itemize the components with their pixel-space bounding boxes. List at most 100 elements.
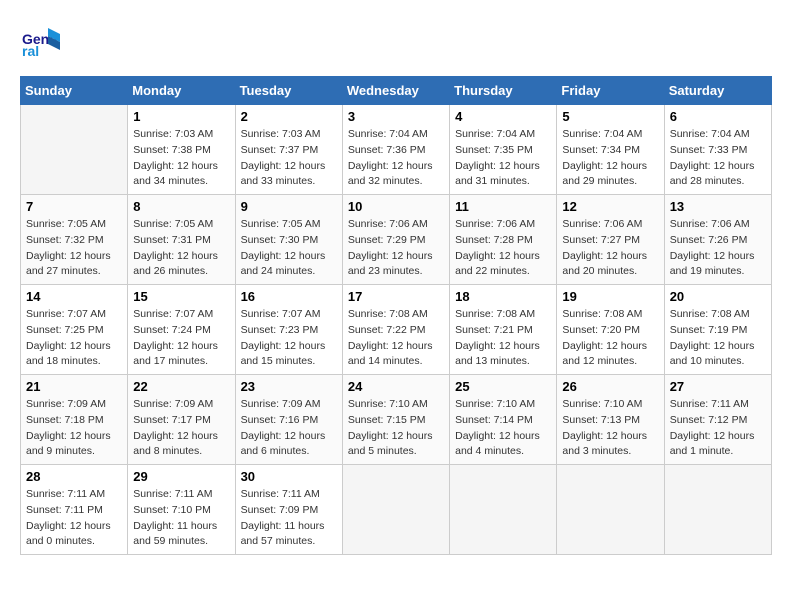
calendar-cell: 7 Sunrise: 7:05 AM Sunset: 7:32 PM Daylig…	[21, 195, 128, 285]
cell-info: Sunrise: 7:08 AM Sunset: 7:19 PM Dayligh…	[670, 307, 766, 370]
calendar-cell: 15Sunrise: 7:07 AM Sunset: 7:24 PM Dayli…	[128, 285, 235, 375]
calendar-cell	[664, 465, 771, 555]
calendar-cell: 10 Sunrise: 7:06 AM Sunset: 7:29 PM Dayli…	[342, 195, 449, 285]
svg-text:ral: ral	[22, 43, 39, 59]
calendar-week-2: 7 Sunrise: 7:05 AM Sunset: 7:32 PM Daylig…	[21, 195, 772, 285]
cell-info: Sunrise: 7:08 AM Sunset: 7:21 PM Dayligh…	[455, 307, 551, 370]
header-wednesday: Wednesday	[342, 77, 449, 105]
calendar-cell: 23 Sunrise: 7:09 AM Sunset: 7:16 PM Dayli…	[235, 375, 342, 465]
calendar-week-1: 1 Sunrise: 7:03 AM Sunset: 7:38 PM Daylig…	[21, 105, 772, 195]
logo: Gene ral	[20, 20, 64, 60]
cell-info: Sunrise: 7:09 AM Sunset: 7:17 PM Dayligh…	[133, 397, 229, 460]
calendar-cell: 26 Sunrise: 7:10 AM Sunset: 7:13 PM Dayli…	[557, 375, 664, 465]
calendar-cell: 28 Sunrise: 7:11 AM Sunset: 7:11 PM Dayli…	[21, 465, 128, 555]
day-number: 6	[670, 109, 766, 124]
calendar-cell: 1 Sunrise: 7:03 AM Sunset: 7:38 PM Daylig…	[128, 105, 235, 195]
cell-info: Sunrise: 7:06 AM Sunset: 7:26 PM Dayligh…	[670, 217, 766, 280]
calendar-week-5: 28 Sunrise: 7:11 AM Sunset: 7:11 PM Dayli…	[21, 465, 772, 555]
cell-info: Sunrise: 7:08 AM Sunset: 7:20 PM Dayligh…	[562, 307, 658, 370]
day-number: 18	[455, 289, 551, 304]
calendar-cell: 22 Sunrise: 7:09 AM Sunset: 7:17 PM Dayli…	[128, 375, 235, 465]
cell-info: Sunrise: 7:06 AM Sunset: 7:29 PM Dayligh…	[348, 217, 444, 280]
cell-info: Sunrise: 7:07 AM Sunset: 7:25 PM Dayligh…	[26, 307, 122, 370]
day-number: 12	[562, 199, 658, 214]
calendar-cell: 18 Sunrise: 7:08 AM Sunset: 7:21 PM Dayli…	[450, 285, 557, 375]
day-number: 25	[455, 379, 551, 394]
day-number: 17	[348, 289, 444, 304]
header-sunday: Sunday	[21, 77, 128, 105]
cell-info: Sunrise: 7:09 AM Sunset: 7:18 PM Dayligh…	[26, 397, 122, 460]
day-number: 2	[241, 109, 337, 124]
day-number: 28	[26, 469, 122, 484]
day-number: 10	[348, 199, 444, 214]
calendar-cell: 19 Sunrise: 7:08 AM Sunset: 7:20 PM Dayli…	[557, 285, 664, 375]
cell-info: Sunrise: 7:11 AM Sunset: 7:11 PM Dayligh…	[26, 487, 122, 550]
cell-info: Sunrise: 7:11 AM Sunset: 7:10 PM Dayligh…	[133, 487, 229, 550]
day-number: 13	[670, 199, 766, 214]
header-saturday: Saturday	[664, 77, 771, 105]
calendar-cell: 3 Sunrise: 7:04 AM Sunset: 7:36 PM Daylig…	[342, 105, 449, 195]
calendar-cell: 2 Sunrise: 7:03 AM Sunset: 7:37 PM Daylig…	[235, 105, 342, 195]
calendar-cell	[450, 465, 557, 555]
day-number: 8	[133, 199, 229, 214]
day-number: 5	[562, 109, 658, 124]
day-number: 22	[133, 379, 229, 394]
cell-info: Sunrise: 7:05 AM Sunset: 7:30 PM Dayligh…	[241, 217, 337, 280]
day-number: 29	[133, 469, 229, 484]
day-number: 21	[26, 379, 122, 394]
calendar-table: SundayMondayTuesdayWednesdayThursdayFrid…	[20, 76, 772, 555]
cell-info: Sunrise: 7:09 AM Sunset: 7:16 PM Dayligh…	[241, 397, 337, 460]
page-header: Gene ral	[20, 20, 772, 60]
cell-info: Sunrise: 7:05 AM Sunset: 7:32 PM Dayligh…	[26, 217, 122, 280]
cell-info: Sunrise: 7:04 AM Sunset: 7:36 PM Dayligh…	[348, 127, 444, 190]
cell-info: Sunrise: 7:07 AM Sunset: 7:23 PM Dayligh…	[241, 307, 337, 370]
calendar-cell: 13 Sunrise: 7:06 AM Sunset: 7:26 PM Dayli…	[664, 195, 771, 285]
header-tuesday: Tuesday	[235, 77, 342, 105]
calendar-week-3: 14 Sunrise: 7:07 AM Sunset: 7:25 PM Dayli…	[21, 285, 772, 375]
calendar-cell: 20 Sunrise: 7:08 AM Sunset: 7:19 PM Dayli…	[664, 285, 771, 375]
cell-info: Sunrise: 7:08 AM Sunset: 7:22 PM Dayligh…	[348, 307, 444, 370]
day-number: 30	[241, 469, 337, 484]
calendar-cell	[342, 465, 449, 555]
day-number: 26	[562, 379, 658, 394]
header-monday: Monday	[128, 77, 235, 105]
day-number: 1	[133, 109, 229, 124]
header-friday: Friday	[557, 77, 664, 105]
logo-icon: Gene ral	[20, 20, 60, 60]
cell-info: Sunrise: 7:03 AM Sunset: 7:37 PM Dayligh…	[241, 127, 337, 190]
calendar-cell	[557, 465, 664, 555]
cell-info: Sunrise: 7:03 AM Sunset: 7:38 PM Dayligh…	[133, 127, 229, 190]
calendar-cell: 30Sunrise: 7:11 AM Sunset: 7:09 PM Dayli…	[235, 465, 342, 555]
day-number: 16	[241, 289, 337, 304]
header-thursday: Thursday	[450, 77, 557, 105]
calendar-cell: 5 Sunrise: 7:04 AM Sunset: 7:34 PM Daylig…	[557, 105, 664, 195]
cell-info: Sunrise: 7:10 AM Sunset: 7:14 PM Dayligh…	[455, 397, 551, 460]
calendar-cell: 14 Sunrise: 7:07 AM Sunset: 7:25 PM Dayli…	[21, 285, 128, 375]
day-number: 9	[241, 199, 337, 214]
day-number: 3	[348, 109, 444, 124]
day-number: 14	[26, 289, 122, 304]
day-number: 19	[562, 289, 658, 304]
day-number: 23	[241, 379, 337, 394]
calendar-cell: 12 Sunrise: 7:06 AM Sunset: 7:27 PM Dayli…	[557, 195, 664, 285]
calendar-cell: 4 Sunrise: 7:04 AM Sunset: 7:35 PM Daylig…	[450, 105, 557, 195]
cell-info: Sunrise: 7:10 AM Sunset: 7:15 PM Dayligh…	[348, 397, 444, 460]
cell-info: Sunrise: 7:04 AM Sunset: 7:35 PM Dayligh…	[455, 127, 551, 190]
cell-info: Sunrise: 7:06 AM Sunset: 7:27 PM Dayligh…	[562, 217, 658, 280]
calendar-cell: 17 Sunrise: 7:08 AM Sunset: 7:22 PM Dayli…	[342, 285, 449, 375]
cell-info: Sunrise: 7:11 AM Sunset: 7:12 PM Dayligh…	[670, 397, 766, 460]
calendar-cell: 21 Sunrise: 7:09 AM Sunset: 7:18 PM Dayli…	[21, 375, 128, 465]
cell-info: Sunrise: 7:04 AM Sunset: 7:34 PM Dayligh…	[562, 127, 658, 190]
calendar-cell	[21, 105, 128, 195]
day-number: 7	[26, 199, 122, 214]
cell-info: Sunrise: 7:10 AM Sunset: 7:13 PM Dayligh…	[562, 397, 658, 460]
calendar-cell: 9 Sunrise: 7:05 AM Sunset: 7:30 PM Daylig…	[235, 195, 342, 285]
day-number: 4	[455, 109, 551, 124]
cell-info: Sunrise: 7:05 AM Sunset: 7:31 PM Dayligh…	[133, 217, 229, 280]
calendar-cell: 29 Sunrise: 7:11 AM Sunset: 7:10 PM Dayli…	[128, 465, 235, 555]
day-number: 24	[348, 379, 444, 394]
day-number: 15	[133, 289, 229, 304]
day-number: 20	[670, 289, 766, 304]
calendar-cell: 6Sunrise: 7:04 AM Sunset: 7:33 PM Daylig…	[664, 105, 771, 195]
calendar-cell: 11Sunrise: 7:06 AM Sunset: 7:28 PM Dayli…	[450, 195, 557, 285]
